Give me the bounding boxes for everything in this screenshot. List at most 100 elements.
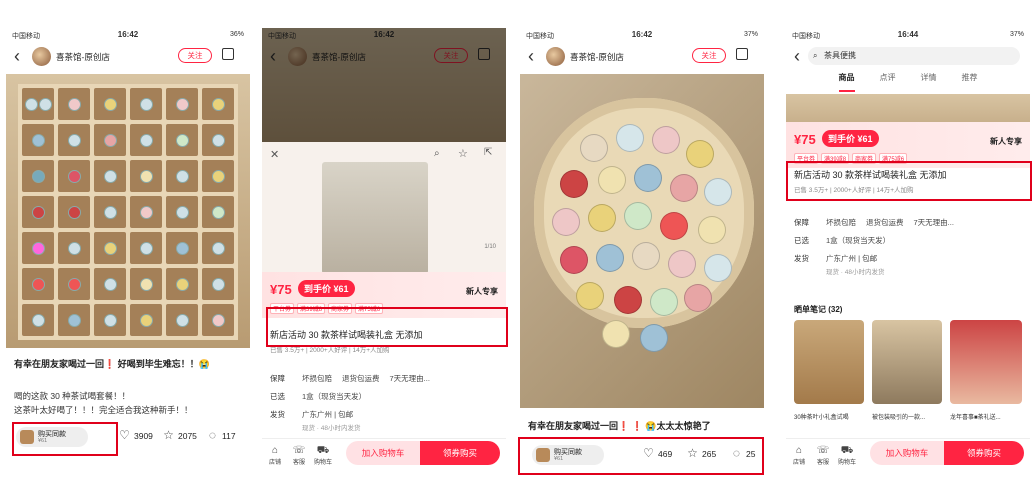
deal-price: 到手价 ¥61 [822, 130, 879, 147]
shop-label: 店铺 [792, 460, 805, 466]
row-key: 发货 [794, 254, 809, 263]
buy-with-coupon-button[interactable]: 领券购买 [420, 441, 500, 465]
follow-button[interactable]: 关注 [692, 48, 726, 63]
post-caption: 有幸在朋友家喝过一回❗ ❗ 😭太太太惊艳了 [528, 421, 711, 431]
ship-note: 现货 · 48小时内发货 [826, 269, 885, 276]
share-icon[interactable]: ⇱ [484, 147, 492, 158]
highlight-box [518, 437, 764, 475]
row-value: 坏损包赔 [826, 218, 856, 227]
shop-name[interactable]: 喜茶馆-原创店 [56, 51, 110, 63]
price: ¥75 [794, 132, 816, 147]
post-caption: 有幸在朋友家喝过一回❗ 好喝到毕生难忘！！😭 [14, 359, 210, 369]
buy-with-coupon-button[interactable]: 领券购买 [944, 441, 1024, 465]
row-value: 广东广州 | 包邮 [826, 254, 878, 263]
highlight-box [266, 307, 508, 347]
post-photo[interactable] [520, 74, 764, 408]
review-count: 2000+人好评 [309, 347, 348, 354]
note-card[interactable] [794, 320, 864, 404]
cart-tab[interactable]: ⛟ 购物车 [836, 445, 858, 466]
like-stat[interactable]: ♡ 3909 [118, 429, 153, 442]
row-value: 1盒（现货当天发） [302, 392, 367, 401]
shop-icon: ⌂ [795, 445, 803, 456]
comment-stat[interactable]: ◌ 117 [206, 429, 236, 442]
sold-count: 已售 3.5万+ [270, 347, 305, 354]
new-user-badge: 新人专享 [990, 137, 1022, 146]
ship-note: 现货 · 48小时内发货 [302, 425, 361, 432]
tab-details[interactable]: 详情 [921, 72, 937, 92]
product-tabs: 商品 点评 详情 推荐 [786, 72, 1030, 92]
guarantee-row[interactable]: 保障 坏损包赔 退货包运费 7天无理由... [270, 373, 498, 384]
row-value: 7天无理由... [913, 218, 954, 227]
cart-count: 14万+人加购 [352, 347, 390, 354]
product-image[interactable] [322, 162, 428, 274]
close-icon[interactable]: ✕ [270, 148, 279, 161]
service-label: 客服 [292, 460, 305, 466]
back-icon[interactable]: ‹ [528, 47, 534, 65]
search-query: 茶具便携 [824, 51, 856, 60]
follow-button[interactable]: 关注 [178, 48, 212, 63]
price: ¥75 [270, 282, 292, 297]
star-icon[interactable]: ☆ [458, 147, 468, 160]
clock: 16:42 [631, 30, 653, 39]
comment-count: 117 [222, 430, 236, 441]
cart-tab[interactable]: ⛟ 购物车 [312, 445, 334, 466]
cart-label: 购物车 [313, 460, 332, 466]
selected-row[interactable]: 已选 1盒（现货当天发） [270, 391, 498, 402]
row-value: 退货包运费 [866, 218, 904, 227]
row-value: 1盒（现货当天发） [826, 236, 891, 245]
notes-title[interactable]: 晒单笔记 (32) [794, 304, 842, 315]
tab-recommend[interactable]: 推荐 [962, 72, 978, 92]
dim-overlay[interactable] [262, 28, 506, 144]
add-to-cart-button[interactable]: 加入购物车 [346, 441, 420, 465]
cart-label: 购物车 [837, 460, 856, 466]
shop-tab[interactable]: ⌂ 店铺 [264, 445, 286, 466]
search-header: ‹ ⌕ 茶具便携 [786, 42, 1030, 70]
row-key: 已选 [270, 392, 285, 401]
avatar[interactable] [32, 47, 51, 66]
star-icon: ☆ [163, 428, 174, 442]
share-icon[interactable] [222, 48, 234, 60]
search-icon[interactable]: ⌕ [434, 148, 440, 159]
add-to-cart-button[interactable]: 加入购物车 [870, 441, 944, 465]
row-value: 7天无理由... [389, 374, 430, 383]
bottom-bar: ⌂ 店铺 ☏ 客服 ⛟ 购物车 加入购物车 领券购买 [262, 438, 506, 468]
phone-screen-4: 中国移动 16:44 37% ‹ ⌕ 茶具便携 商品 点评 详情 推荐 ¥75 到… [786, 28, 1030, 468]
product-sheet: ✕ ⌕ ☆ ⇱ 1/10 ¥75 到手价 ¥61 新人专享 平台券 满39减8 商家… [262, 142, 506, 468]
highlight-box [12, 422, 118, 456]
phone-screen-1: 中国移动 16:42 36% ‹ 喜茶馆-原创店 关注 有幸在朋友家喝过一回❗ … [6, 28, 250, 468]
back-icon[interactable]: ‹ [794, 47, 800, 65]
back-icon[interactable]: ‹ [14, 47, 20, 65]
service-tab[interactable]: ☏ 客服 [812, 445, 834, 466]
share-icon[interactable] [736, 48, 748, 60]
avatar[interactable] [546, 47, 565, 66]
shipping-row[interactable]: 发货 广东广州 | 包邮 [270, 409, 498, 420]
post-header: ‹ 喜茶馆-原创店 关注 [520, 42, 764, 72]
battery: 36% [229, 31, 244, 38]
status-bar: 中国移动 16:44 37% [786, 28, 1030, 42]
service-label: 客服 [816, 460, 829, 466]
tab-reviews[interactable]: 点评 [880, 72, 896, 92]
chat-icon: ☏ [292, 445, 306, 456]
battery: 37% [743, 31, 758, 38]
note-card[interactable] [950, 320, 1022, 404]
shipping-row[interactable]: 发货 广东广州 | 包邮 [794, 253, 1022, 264]
note-caption: 被包装吸引的一款... [872, 415, 926, 421]
post-photo[interactable] [6, 74, 250, 348]
shop-name[interactable]: 喜茶馆-原创店 [570, 51, 624, 63]
tab-product[interactable]: 商品 [838, 72, 855, 92]
note-card[interactable] [872, 320, 942, 404]
deal-price: 到手价 ¥61 [298, 280, 355, 297]
shop-tab[interactable]: ⌂ 店铺 [788, 445, 810, 466]
service-tab[interactable]: ☏ 客服 [288, 445, 310, 466]
product-photo-strip[interactable] [786, 94, 1030, 122]
post-body-line: 这茶叶太好喝了！！！完全适合我这种新手！！ [14, 405, 193, 415]
selected-row[interactable]: 已选 1盒（现货当天发） [794, 235, 1022, 246]
search-input[interactable]: ⌕ 茶具便携 [808, 47, 1020, 65]
clock: 16:44 [897, 30, 919, 39]
shop-icon: ⌂ [271, 445, 279, 456]
guarantee-row[interactable]: 保障 坏损包赔 退货包运费 7天无理由... [794, 217, 1022, 228]
bottom-bar: ⌂ 店铺 ☏ 客服 ⛟ 购物车 加入购物车 领券购买 [786, 438, 1030, 468]
search-icon: ⌕ [813, 51, 818, 60]
star-stat[interactable]: ☆ 2075 [162, 429, 197, 442]
row-key: 保障 [794, 218, 809, 227]
